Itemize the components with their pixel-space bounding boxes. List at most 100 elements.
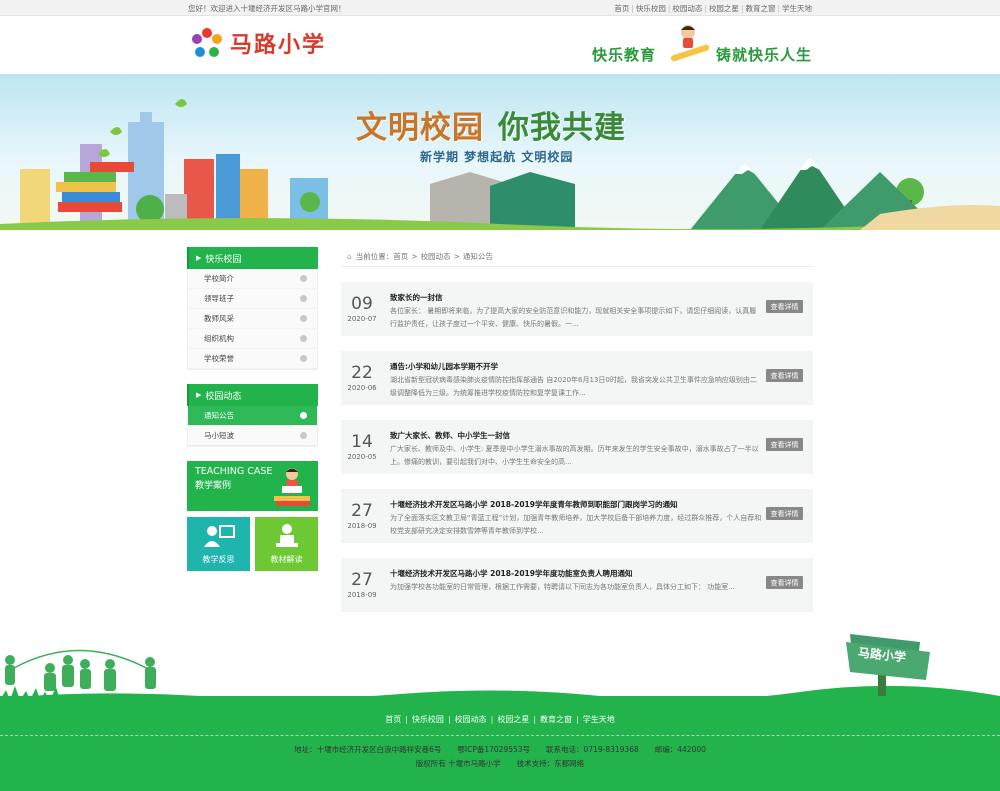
footer-nav: 首页 | 快乐校园 | 校园动态 | 校园之星 | 教育之窗 | 学生天地 (385, 715, 615, 724)
sidebar-item-short-news[interactable]: 马小短波 (188, 426, 317, 446)
sidebar-header-happy-campus[interactable]: ▶ 快乐校园 (187, 247, 318, 269)
news-title[interactable]: 致家长的一封信 (390, 292, 443, 303)
news-title[interactable]: 十堰经济技术开发区马路小学 2018-2019学年度青年教师到职能部门跟岗学习的… (390, 499, 677, 510)
news-day: 09 (351, 294, 373, 314)
main-content: ⌂ 当前位置： 首页 > 校园动态 > 通知公告 09 2020-07 致家长的一… (341, 247, 813, 612)
footer-copyright-line: 版权所有 十堰市马路小学 技术支持：东都网络 (0, 758, 1000, 769)
news-day: 27 (351, 501, 373, 521)
top-nav: 首页 | 快乐校园 | 校园动态 | 校园之星 | 教育之窗 | 学生天地 (614, 3, 812, 13)
school-logo[interactable]: 马路小学 (190, 26, 326, 60)
footer-divider (0, 735, 1000, 736)
top-nav-education[interactable]: 教育之窗 (745, 4, 775, 13)
sidebar-list-campus-news: 通知公告 马小短波 (187, 406, 318, 447)
footer-nav-campus-stars[interactable]: 校园之星 (497, 715, 529, 724)
tile-teaching-reflection[interactable]: 教学反思 (187, 517, 250, 571)
breadcrumb-campus-news[interactable]: 校园动态 (421, 251, 451, 262)
footer-phone: 联系电话：0719-8319368 (546, 745, 639, 754)
sidebar-item-leadership[interactable]: 领导班子 (188, 289, 317, 309)
pinwheel-logo-icon (192, 28, 222, 57)
breadcrumb-label: 当前位置： (355, 252, 394, 261)
news-year-month: 2018-09 (347, 522, 377, 530)
sidebar-list-happy-campus: 学校简介 领导班子 教师风采 组织机构 学校荣誉 (187, 269, 318, 370)
reading-person-icon (275, 524, 298, 547)
tile-label: 教材解读 (270, 555, 303, 564)
footer-support[interactable]: 技术支持：东都网络 (517, 759, 585, 768)
news-desc: 湖北省新型冠状病毒感染肺炎疫情防控指挥部通告 自2020年6月13日0时起，我省… (390, 376, 757, 397)
sidebar-item-label: 教师风采 (204, 314, 234, 323)
resource-tiles: 教学反思 教材解读 (187, 517, 318, 571)
top-nav-happy-campus[interactable]: 快乐校园 (636, 4, 666, 13)
view-details-button[interactable]: 查看详情 (766, 438, 803, 451)
news-date: 27 2018-09 (341, 489, 383, 543)
top-nav-campus-stars[interactable]: 校园之星 (709, 4, 739, 13)
banner-subtitle: 新学期 梦想起航 文明校园 (420, 150, 574, 164)
breadcrumb-home[interactable]: 首页 (393, 251, 408, 262)
news-date: 22 2020-06 (341, 351, 383, 405)
arrow-right-icon: ▶ (196, 391, 202, 399)
top-nav-home[interactable]: 首页 (614, 4, 629, 13)
chevron-right-icon (300, 412, 307, 419)
news-title[interactable]: 十堰经济技术开发区马路小学 2018-2019学年度功能室负责人聘用通知 (390, 568, 632, 579)
arrow-right-icon: ▶ (196, 254, 202, 262)
sidebar-item-notices[interactable]: 通知公告 (188, 406, 317, 426)
footer-nav-students[interactable]: 学生天地 (583, 715, 615, 724)
sidebar-item-label: 学校简介 (204, 274, 234, 283)
teaching-case-banner[interactable]: TEACHING CASE 教学案例 (187, 461, 318, 511)
pencil-kid-icon (670, 25, 710, 62)
content-area: ▶ 快乐校园 学校简介 领导班子 教师风采 组织机构 学校荣誉 ▶ 校园动态 通知公… (0, 230, 1000, 634)
footer-icp[interactable]: 鄂ICP备17029553号 (457, 745, 530, 754)
sidebar-item-label: 领导班子 (204, 294, 234, 303)
footer-nav-campus-news[interactable]: 校园动态 (455, 715, 487, 724)
footer-postcode: 邮编：442000 (654, 745, 706, 754)
home-icon: ⌂ (347, 252, 352, 261)
tile-label: 教学反思 (202, 555, 235, 564)
view-details-button[interactable]: 查看详情 (766, 300, 803, 313)
news-title[interactable]: 通告:小学和幼儿园本学期不开学 (390, 361, 498, 372)
student-reading-icon (274, 468, 310, 506)
teaching-case-en: TEACHING CASE (195, 466, 273, 477)
footer-address-line: 地址：十堰市经济开发区白浪中路祥安巷6号 鄂ICP备17029553号 联系电话：0… (0, 744, 1000, 755)
footer: 马路小学 首页 | 快乐校园 | 校园动态 | 校园之星 | 教育之窗 | 学生天地 地址：十堰市经… (0, 634, 1000, 791)
footer-nav-happy-campus[interactable]: 快乐校园 (412, 715, 444, 724)
tile-textbook-reading[interactable]: 教材解读 (255, 517, 318, 571)
footer-nav-home[interactable]: 首页 (385, 715, 401, 724)
view-details-button[interactable]: 查看详情 (766, 369, 803, 382)
sidebar: ▶ 快乐校园 学校简介 领导班子 教师风采 组织机构 学校荣誉 ▶ 校园动态 通知公… (187, 247, 318, 571)
top-nav-campus-news[interactable]: 校园动态 (672, 4, 702, 13)
teaching-case-cn: 教学案例 (195, 481, 232, 491)
news-item[interactable]: 27 2018-09 十堰经济技术开发区马路小学 2018-2019学年度青年教师… (341, 489, 813, 543)
sidebar-header-campus-news[interactable]: ▶ 校园动态 (187, 384, 318, 406)
breadcrumb-current: 通知公告 (462, 252, 493, 261)
news-date: 09 2020-07 (341, 282, 383, 336)
news-item[interactable]: 22 2020-06 通告:小学和幼儿园本学期不开学 湖北省新型冠状病毒感染肺炎疫… (341, 351, 813, 405)
sidebar-item-teachers[interactable]: 教师风采 (188, 309, 317, 329)
chevron-right-icon (300, 355, 307, 362)
news-date: 14 2020-05 (341, 420, 383, 474)
banner-title-a: 文明校园 (356, 110, 484, 146)
banner-title-b: 你我共建 (498, 110, 626, 146)
news-title[interactable]: 致广大家长、教师、中小学生一封信 (390, 430, 510, 441)
chevron-right-icon (300, 432, 307, 439)
slogan-left: 快乐教育 (592, 46, 657, 64)
view-details-button[interactable]: 查看详情 (766, 576, 803, 589)
sidebar-item-school-intro[interactable]: 学校简介 (188, 269, 317, 289)
sidebar-header-label: 校园动态 (205, 391, 242, 402)
news-day: 27 (351, 570, 373, 590)
sidebar-item-organization[interactable]: 组织机构 (188, 329, 317, 349)
news-desc: 为加强学校各功能室的日常管理，根据工作需要，特聘请以下同志为各功能室负责人，具体… (390, 583, 735, 591)
top-bar: 您好！欢迎进入十堰经济开发区马路小学官网！ 首页 | 快乐校园 | 校园动态 | 校园之星 |… (0, 0, 1000, 16)
top-nav-students[interactable]: 学生天地 (782, 4, 812, 13)
sidebar-item-label: 马小短波 (204, 431, 234, 440)
news-item[interactable]: 27 2018-09 十堰经济技术开发区马路小学 2018-2019学年度功能室负… (341, 558, 813, 612)
sidebar-item-honors[interactable]: 学校荣誉 (188, 349, 317, 369)
news-desc: 广大家长、教师及中、小学生: 夏季是中小学生溺水事故的高发期。历年来发生的学生安… (390, 445, 759, 466)
hero-banner: 文明校园 你我共建 新学期 梦想起航 文明校园 (0, 74, 1000, 230)
news-item[interactable]: 09 2020-07 致家长的一封信 各位家长： 暑期即将来临，为了提高大家的安全… (341, 282, 813, 336)
footer-nav-education[interactable]: 教育之窗 (540, 715, 572, 724)
banner-title: 文明校园 你我共建 (356, 102, 626, 147)
news-year-month: 2020-05 (347, 453, 377, 461)
news-item[interactable]: 14 2020-05 致广大家长、教师、中小学生一封信 广大家长、教师及中、小学生… (341, 420, 813, 474)
breadcrumb: ⌂ 当前位置： 首页 > 校园动态 > 通知公告 (341, 247, 813, 267)
view-details-button[interactable]: 查看详情 (766, 507, 803, 520)
presentation-icon (203, 525, 235, 547)
